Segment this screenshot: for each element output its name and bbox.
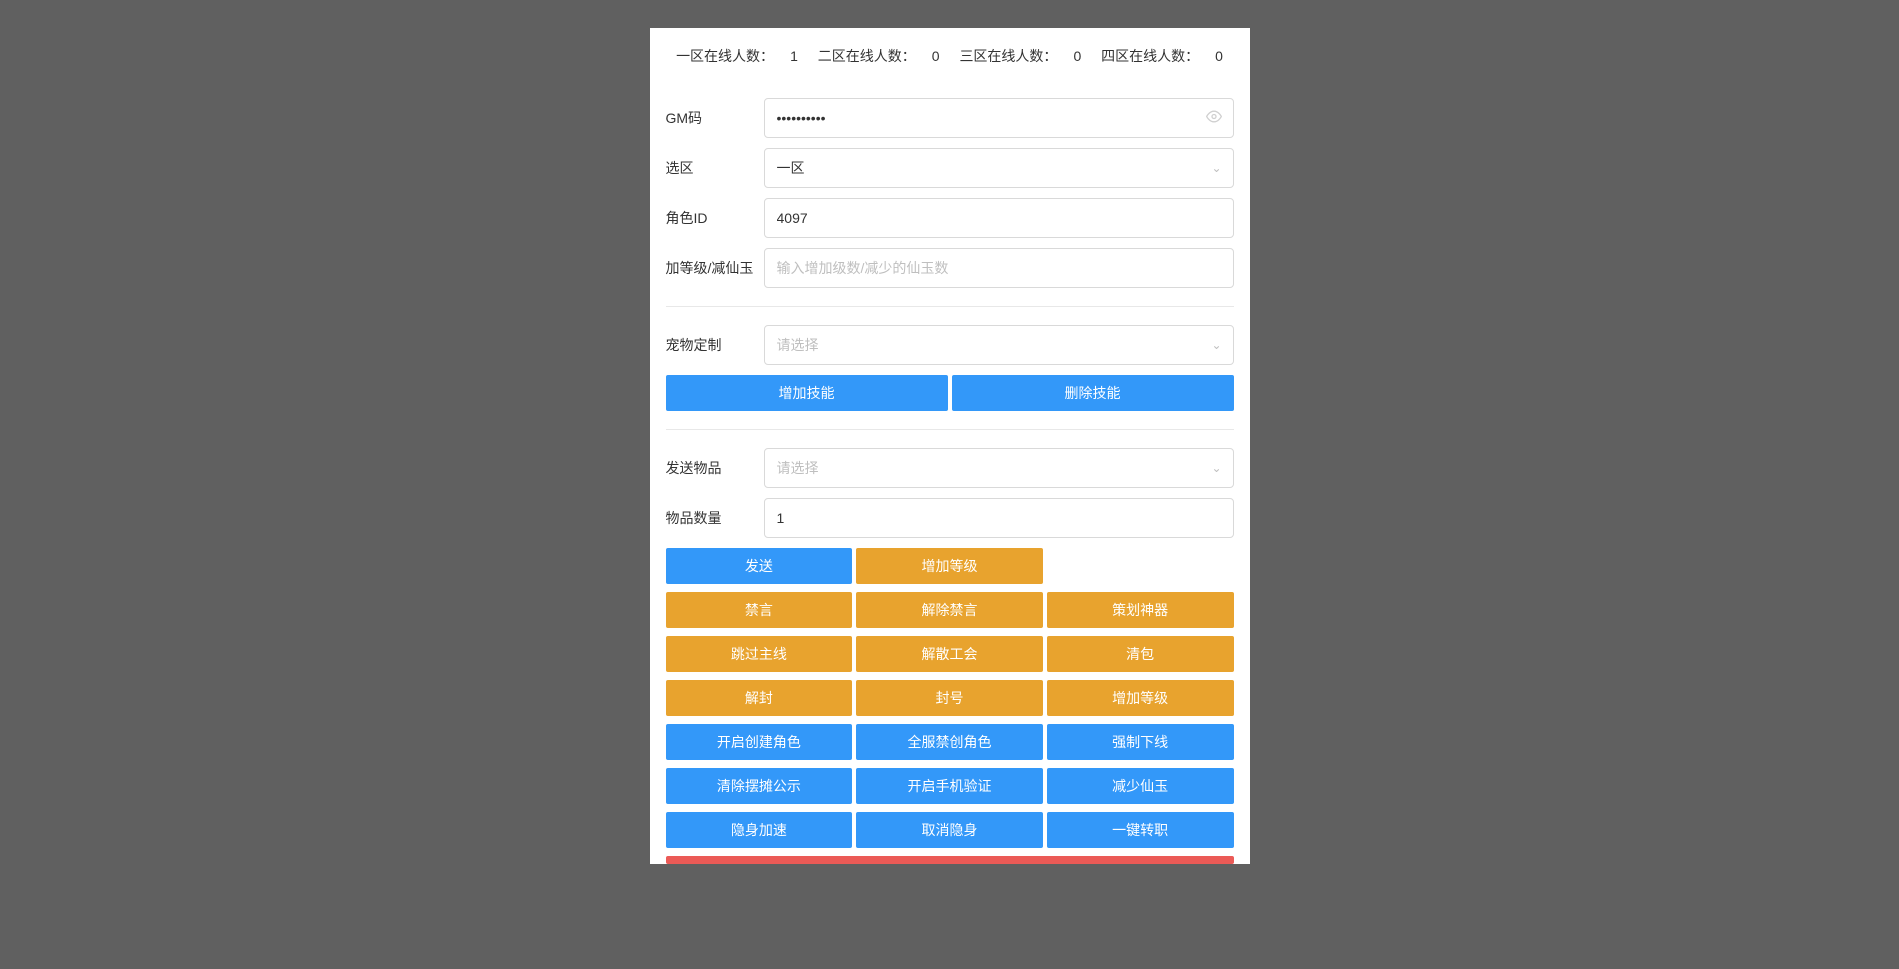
zone1-label: 一区在线人数： bbox=[676, 48, 774, 64]
admin-panel: 一区在线人数： 1 二区在线人数： 0 三区在线人数： 0 四区在线人数： 0 GM码 … bbox=[650, 28, 1250, 864]
gm-code-input[interactable] bbox=[764, 98, 1234, 138]
red-button[interactable] bbox=[666, 856, 1234, 864]
gm-code-row: GM码 bbox=[666, 98, 1234, 138]
eye-icon[interactable] bbox=[1206, 109, 1222, 128]
zone1-count: 1 bbox=[790, 48, 798, 64]
row-create: 开启创建角色 全服禁创角色 强制下线 bbox=[666, 724, 1234, 760]
forbid-create-button[interactable]: 全服禁创角色 bbox=[856, 724, 1043, 760]
item-qty-label: 物品数量 bbox=[666, 508, 764, 528]
zone2-count: 0 bbox=[932, 48, 940, 64]
item-qty-input[interactable] bbox=[764, 498, 1234, 538]
dissolve-guild-button[interactable]: 解散工会 bbox=[856, 636, 1043, 672]
row-mute: 禁言 解除禁言 策划神器 bbox=[666, 592, 1234, 628]
zone4-label: 四区在线人数： bbox=[1101, 48, 1199, 64]
send-item-row: 发送物品 请选择 ⌄ bbox=[666, 448, 1234, 488]
level-input[interactable] bbox=[764, 248, 1234, 288]
zone-row: 选区 一区 ⌄ bbox=[666, 148, 1234, 188]
skip-main-button[interactable]: 跳过主线 bbox=[666, 636, 853, 672]
gm-code-label: GM码 bbox=[666, 108, 764, 128]
row-stealth: 隐身加速 取消隐身 一键转职 bbox=[666, 812, 1234, 848]
item-qty-row: 物品数量 bbox=[666, 498, 1234, 538]
unmute-button[interactable]: 解除禁言 bbox=[856, 592, 1043, 628]
pet-select[interactable]: 请选择 bbox=[764, 325, 1234, 365]
unban-button[interactable]: 解封 bbox=[666, 680, 853, 716]
add-level2-button[interactable]: 增加等级 bbox=[1047, 680, 1234, 716]
zone4-count: 0 bbox=[1215, 48, 1223, 64]
mute-button[interactable]: 禁言 bbox=[666, 592, 853, 628]
skill-buttons: 增加技能 删除技能 bbox=[666, 375, 1234, 411]
zone2-label: 二区在线人数： bbox=[818, 48, 916, 64]
open-create-button[interactable]: 开启创建角色 bbox=[666, 724, 853, 760]
zone-select[interactable]: 一区 bbox=[764, 148, 1234, 188]
weapon-button[interactable]: 策划神器 bbox=[1047, 592, 1234, 628]
divider bbox=[666, 429, 1234, 430]
role-id-row: 角色ID bbox=[666, 198, 1234, 238]
ban-button[interactable]: 封号 bbox=[856, 680, 1043, 716]
online-count-header: 一区在线人数： 1 二区在线人数： 0 三区在线人数： 0 四区在线人数： 0 bbox=[650, 28, 1250, 84]
stealth-speed-button[interactable]: 隐身加速 bbox=[666, 812, 853, 848]
row-skip: 跳过主线 解散工会 清包 bbox=[666, 636, 1234, 672]
role-id-input[interactable] bbox=[764, 198, 1234, 238]
transfer-job-button[interactable]: 一键转职 bbox=[1047, 812, 1234, 848]
zone-label: 选区 bbox=[666, 158, 764, 178]
send-item-label: 发送物品 bbox=[666, 458, 764, 478]
force-offline-button[interactable]: 强制下线 bbox=[1047, 724, 1234, 760]
send-item-select[interactable]: 请选择 bbox=[764, 448, 1234, 488]
pet-label: 宠物定制 bbox=[666, 335, 764, 355]
level-row: 加等级/减仙玉 bbox=[666, 248, 1234, 288]
send-button[interactable]: 发送 bbox=[666, 548, 853, 584]
send-buttons: 发送 增加等级 bbox=[666, 548, 1234, 584]
role-id-label: 角色ID bbox=[666, 208, 764, 228]
delete-skill-button[interactable]: 删除技能 bbox=[952, 375, 1234, 411]
form-card: GM码 选区 一区 ⌄ 角色ID 加等级/减仙玉 bbox=[650, 84, 1250, 864]
row-red bbox=[666, 856, 1234, 864]
cancel-stealth-button[interactable]: 取消隐身 bbox=[856, 812, 1043, 848]
divider bbox=[666, 306, 1234, 307]
row-ban: 解封 封号 增加等级 bbox=[666, 680, 1234, 716]
open-phone-button[interactable]: 开启手机验证 bbox=[856, 768, 1043, 804]
add-skill-button[interactable]: 增加技能 bbox=[666, 375, 948, 411]
clear-bag-button[interactable]: 清包 bbox=[1047, 636, 1234, 672]
zone3-label: 三区在线人数： bbox=[959, 48, 1057, 64]
reduce-jade-button[interactable]: 减少仙玉 bbox=[1047, 768, 1234, 804]
clear-stall-button[interactable]: 清除摆摊公示 bbox=[666, 768, 853, 804]
add-level-button[interactable]: 增加等级 bbox=[856, 548, 1043, 584]
pet-row: 宠物定制 请选择 ⌄ bbox=[666, 325, 1234, 365]
level-label: 加等级/减仙玉 bbox=[666, 258, 764, 278]
row-clear-stall: 清除摆摊公示 开启手机验证 减少仙玉 bbox=[666, 768, 1234, 804]
zone3-count: 0 bbox=[1073, 48, 1081, 64]
